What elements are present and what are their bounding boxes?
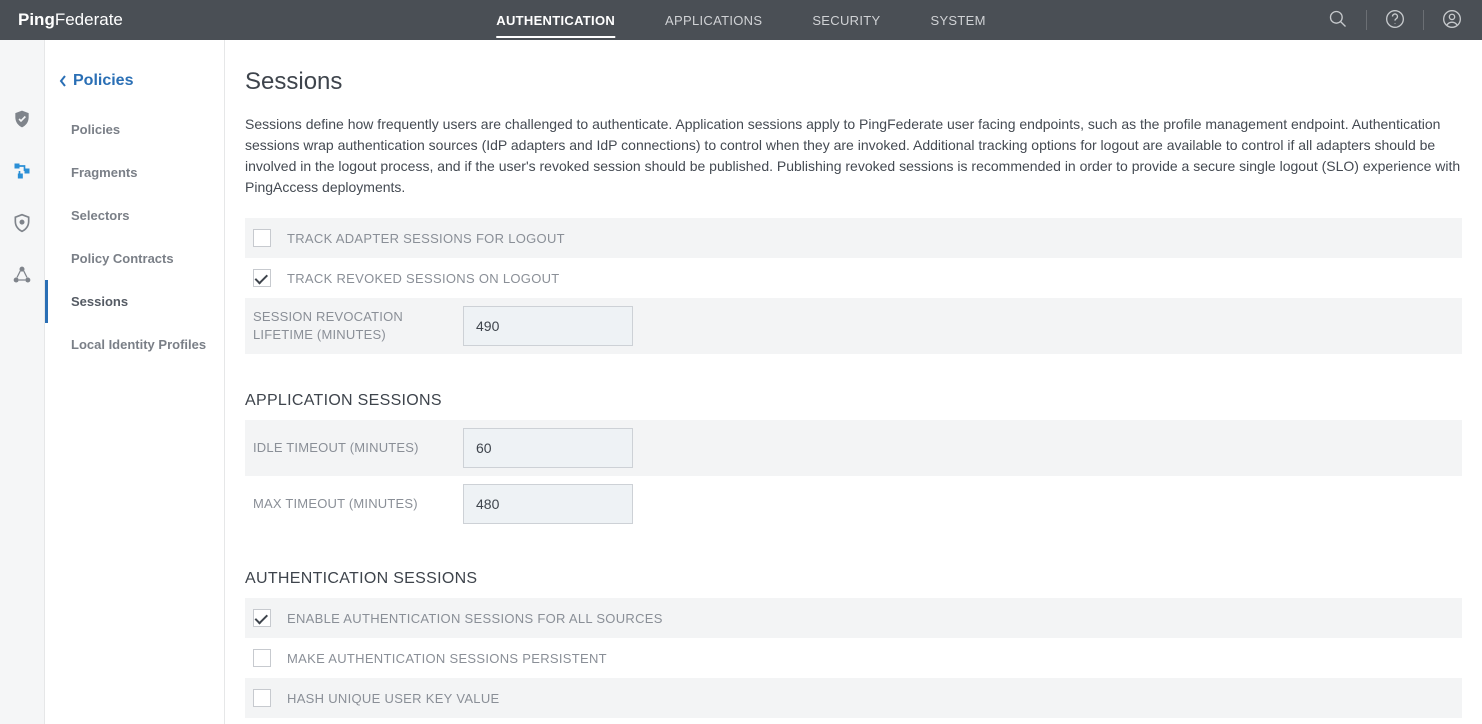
divider [1366,10,1367,30]
sidebar: Policies Policies Fragments Selectors Po… [45,40,225,724]
sidebar-item-fragments[interactable]: Fragments [45,151,224,194]
row-persistent-sessions: MAKE AUTHENTICATION SESSIONS PERSISTENT [245,638,1462,678]
page-title: Sessions [245,68,1462,96]
nav-icon-column [0,40,45,724]
checkbox-persistent-sessions[interactable] [253,649,271,667]
sidebar-item-policies[interactable]: Policies [45,108,224,151]
sidebar-header-label: Policies [73,72,133,90]
sidebar-item-local-identity-profiles[interactable]: Local Identity Profiles [45,323,224,366]
tree-icon[interactable] [11,160,33,182]
label-persistent-sessions: MAKE AUTHENTICATION SESSIONS PERSISTENT [287,651,607,666]
input-idle-timeout[interactable] [463,428,633,468]
sidebar-item-sessions[interactable]: Sessions [45,280,224,323]
input-revocation-lifetime[interactable] [463,306,633,346]
checkbox-enable-auth-sessions[interactable] [253,609,271,627]
row-revocation-lifetime: SESSION REVOCATION LIFETIME (MINUTES) [245,298,1462,354]
top-actions [1328,9,1462,32]
top-nav: AUTHENTICATION APPLICATIONS SECURITY SYS… [496,2,985,38]
checkbox-track-revoked[interactable] [253,269,271,287]
tab-authentication[interactable]: AUTHENTICATION [496,2,615,38]
tab-applications[interactable]: APPLICATIONS [665,2,762,38]
sidebar-item-policy-contracts[interactable]: Policy Contracts [45,237,224,280]
sidebar-header-policies[interactable]: Policies [45,64,224,108]
input-max-timeout[interactable] [463,484,633,524]
shield-icon[interactable] [11,212,33,234]
label-hash-key: HASH UNIQUE USER KEY VALUE [287,691,500,706]
shield-check-icon[interactable] [11,108,33,130]
divider [1423,10,1424,30]
label-max-timeout: MAX TIMEOUT (MINUTES) [253,495,463,513]
row-enable-auth-sessions: ENABLE AUTHENTICATION SESSIONS FOR ALL S… [245,598,1462,638]
top-bar: PingFederate AUTHENTICATION APPLICATIONS… [0,0,1482,40]
row-idle-timeout: IDLE TIMEOUT (MINUTES) [245,420,1462,476]
user-icon[interactable] [1442,9,1462,32]
tab-system[interactable]: SYSTEM [930,2,985,38]
help-icon[interactable] [1385,9,1405,32]
checkbox-hash-key[interactable] [253,689,271,707]
label-enable-auth-sessions: ENABLE AUTHENTICATION SESSIONS FOR ALL S… [287,611,663,626]
label-idle-timeout: IDLE TIMEOUT (MINUTES) [253,439,463,457]
row-hash-key: HASH UNIQUE USER KEY VALUE [245,678,1462,718]
label-track-adapter: TRACK ADAPTER SESSIONS FOR LOGOUT [287,231,565,246]
logo-text-federate: Federate [55,10,123,30]
tab-security[interactable]: SECURITY [812,2,880,38]
checkbox-track-adapter[interactable] [253,229,271,247]
main-content: Sessions Sessions define how frequently … [225,40,1482,724]
page-description: Sessions define how frequently users are… [245,114,1462,198]
section-application-sessions: APPLICATION SESSIONS [245,392,1462,410]
label-track-revoked: TRACK REVOKED SESSIONS ON LOGOUT [287,271,560,286]
row-track-revoked: TRACK REVOKED SESSIONS ON LOGOUT [245,258,1462,298]
section-authentication-sessions: AUTHENTICATION SESSIONS [245,570,1462,588]
nodes-icon[interactable] [11,264,33,286]
label-revocation-lifetime: SESSION REVOCATION LIFETIME (MINUTES) [253,308,463,343]
logo-text-ping: Ping [18,10,55,30]
search-icon[interactable] [1328,9,1348,32]
sidebar-item-selectors[interactable]: Selectors [45,194,224,237]
product-logo: PingFederate [18,10,123,30]
shell: Policies Policies Fragments Selectors Po… [0,40,1482,724]
row-max-timeout: MAX TIMEOUT (MINUTES) [245,476,1462,532]
row-track-adapter: TRACK ADAPTER SESSIONS FOR LOGOUT [245,218,1462,258]
